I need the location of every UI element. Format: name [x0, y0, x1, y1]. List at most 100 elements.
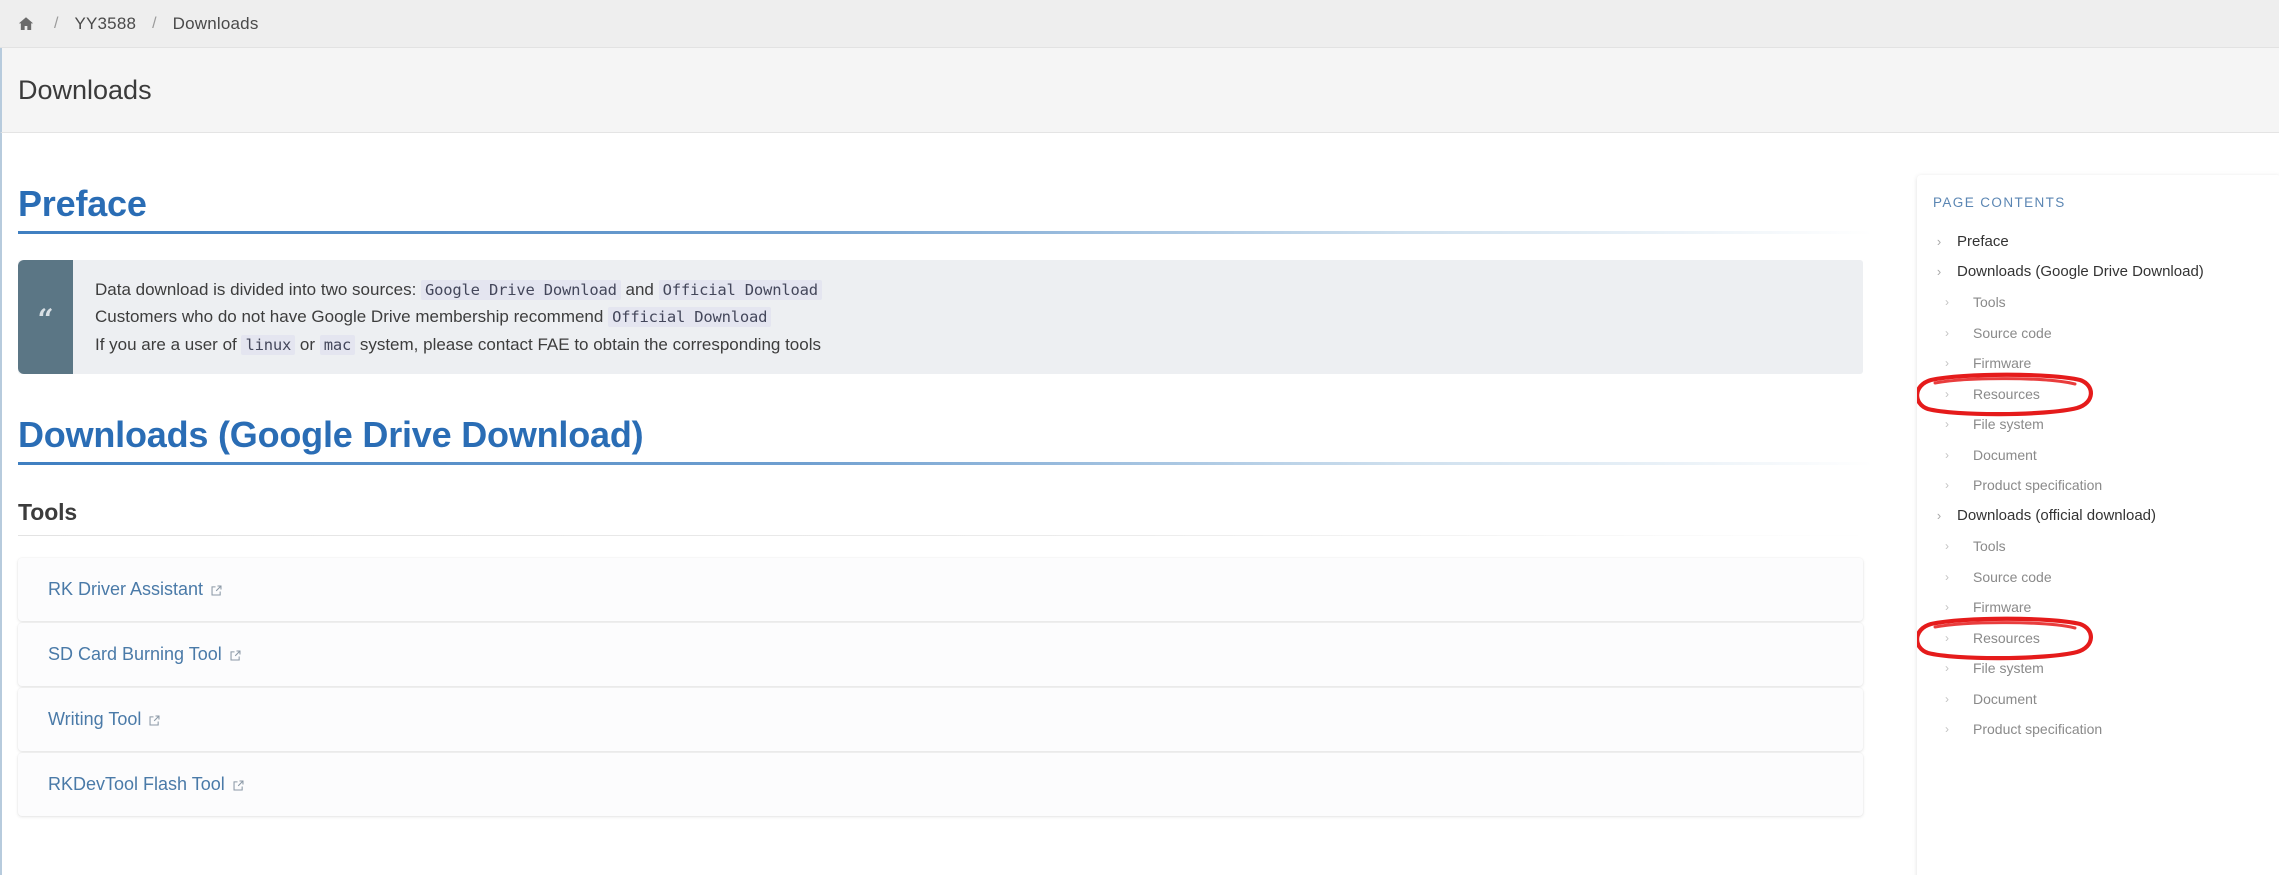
- toc-item-label: Downloads (official download): [1957, 507, 2156, 525]
- tools-heading: Tools: [18, 499, 78, 526]
- quote-mark-icon: “: [18, 259, 73, 375]
- home-icon[interactable]: [16, 14, 36, 34]
- chevron-right-icon: ›: [1945, 691, 1949, 706]
- toc-item-tools[interactable]: › Tools: [1917, 531, 2279, 562]
- chevron-right-icon: ›: [1945, 325, 1949, 340]
- page-title: Downloads: [18, 74, 152, 105]
- external-link-icon: [210, 584, 223, 597]
- toc-item-file-system[interactable]: › File system: [1917, 409, 2279, 440]
- tool-link[interactable]: RKDevTool Flash Tool: [48, 774, 245, 795]
- chevron-right-icon: ›: [1945, 569, 1949, 584]
- toc-item-document[interactable]: › Document: [1917, 684, 2279, 715]
- tool-card[interactable]: SD Card Burning Tool: [18, 623, 1863, 687]
- downloads-gdrive-heading: Downloads (Google Drive Download): [18, 414, 644, 456]
- breadcrumb: / YY3588 / Downloads: [0, 0, 2279, 48]
- breadcrumb-separator-2: /: [152, 14, 157, 32]
- toc-item-label: File system: [1973, 416, 2044, 433]
- toc-list: › Preface › Downloads (Google Drive Downloa…: [1917, 226, 2279, 745]
- tool-link-label: Writing Tool: [48, 709, 142, 730]
- tool-link[interactable]: RK Driver Assistant: [48, 579, 223, 600]
- tool-card[interactable]: RK Driver Assistant: [18, 558, 1863, 622]
- page-title-band: Downloads: [0, 48, 2279, 133]
- preface-section: Preface: [18, 133, 1873, 234]
- tools-subsection: Tools: [18, 465, 1873, 537]
- blockquote-body: Data download is divided into two source…: [73, 260, 842, 375]
- page-layout: Preface “ Data download is divided into …: [0, 133, 2279, 875]
- inline-code: linux: [241, 334, 296, 355]
- inline-code: Official Download: [658, 279, 822, 300]
- toc-item-label: Source code: [1973, 568, 2052, 585]
- tools-heading-rule: [18, 535, 1873, 537]
- inline-code: Google Drive Download: [421, 279, 621, 300]
- toc-item-product-specification[interactable]: › Product specification: [1917, 714, 2279, 745]
- tool-link-label: RK Driver Assistant: [48, 579, 204, 600]
- main-content: Preface “ Data download is divided into …: [2, 133, 1897, 875]
- toc-item-source-code[interactable]: › Source code: [1917, 562, 2279, 593]
- toc-item-document[interactable]: › Document: [1917, 440, 2279, 471]
- toc-item-resources[interactable]: › Resources: [1917, 616, 2279, 660]
- toc-item-label: Product specification: [1973, 721, 2103, 738]
- blockquote-line: If you are a user of linux or mac system…: [95, 334, 821, 355]
- tool-card[interactable]: Writing Tool: [18, 688, 1863, 752]
- external-link-icon: [148, 714, 161, 727]
- chevron-right-icon: ›: [1936, 508, 1942, 524]
- external-link-icon: [229, 649, 242, 662]
- chevron-right-icon: ›: [1945, 295, 1949, 310]
- chevron-right-icon: ›: [1936, 264, 1942, 280]
- tool-link-label: SD Card Burning Tool: [48, 644, 222, 665]
- chevron-right-icon: ›: [1945, 630, 1949, 645]
- toc-item-downloads-google-drive-download[interactable]: › Downloads (Google Drive Download): [1917, 257, 2279, 288]
- toc-item-label: Resources: [1973, 385, 2040, 402]
- toc-item-product-specification[interactable]: › Product specification: [1917, 470, 2279, 501]
- toc-item-source-code[interactable]: › Source code: [1917, 318, 2279, 349]
- chevron-right-icon: ›: [1945, 386, 1949, 401]
- blockquote-line: Customers who do not have Google Drive m…: [95, 303, 822, 331]
- breadcrumb-item-yy3588[interactable]: YY3588: [74, 14, 136, 34]
- toc-item-label: Tools: [1973, 538, 2006, 555]
- chevron-right-icon: ›: [1945, 661, 1949, 676]
- toc-item-label: Downloads (Google Drive Download): [1957, 263, 2204, 281]
- toc-item-tools[interactable]: › Tools: [1917, 287, 2279, 318]
- inline-code: mac: [319, 334, 356, 355]
- breadcrumb-item-downloads[interactable]: Downloads: [173, 14, 259, 34]
- page-contents-sidebar: PAGE CONTENTS › Preface › Downloads (Google…: [1917, 175, 2279, 875]
- toc-item-label: Document: [1973, 446, 2037, 463]
- toc-item-preface[interactable]: › Preface: [1917, 226, 2279, 257]
- toc-item-downloads-official-download[interactable]: › Downloads (official download): [1917, 501, 2279, 532]
- toc-item-label: Preface: [1957, 232, 2009, 250]
- toc-item-resources[interactable]: › Resources: [1917, 372, 2279, 416]
- chevron-right-icon: ›: [1945, 539, 1949, 554]
- preface-heading-rule: [18, 230, 1873, 234]
- chevron-right-icon: ›: [1945, 417, 1949, 432]
- toc-item-label: Firmware: [1973, 599, 2032, 616]
- external-link-icon: [232, 779, 245, 792]
- preface-blockquote: “ Data download is divided into two sour…: [18, 259, 1863, 375]
- page-contents-title: PAGE CONTENTS: [1933, 195, 2066, 210]
- blockquote-line: Data download is divided into two source…: [95, 276, 822, 304]
- toc-item-firmware[interactable]: › Firmware: [1917, 348, 2279, 379]
- toc-item-label: Source code: [1973, 324, 2052, 341]
- chevron-right-icon: ›: [1945, 722, 1949, 737]
- downloads-gdrive-section: Downloads (Google Drive Download): [18, 374, 1873, 466]
- breadcrumb-separator-1: /: [54, 14, 59, 32]
- tool-link[interactable]: Writing Tool: [48, 709, 161, 730]
- chevron-right-icon: ›: [1936, 233, 1942, 249]
- chevron-right-icon: ›: [1945, 356, 1949, 371]
- chevron-right-icon: ›: [1945, 600, 1949, 615]
- tool-link[interactable]: SD Card Burning Tool: [48, 644, 242, 665]
- toc-item-file-system[interactable]: › File system: [1917, 653, 2279, 684]
- toc-item-firmware[interactable]: › Firmware: [1917, 592, 2279, 623]
- tools-list: RK Driver Assistant SD Card Burning Tool W…: [18, 558, 1873, 817]
- preface-heading: Preface: [18, 183, 147, 224]
- tool-card[interactable]: RKDevTool Flash Tool: [18, 753, 1863, 817]
- tool-link-label: RKDevTool Flash Tool: [48, 774, 225, 795]
- toc-item-label: Firmware: [1973, 355, 2032, 372]
- toc-item-label: File system: [1973, 660, 2044, 677]
- chevron-right-icon: ›: [1945, 447, 1949, 462]
- toc-item-label: Tools: [1973, 294, 2006, 311]
- chevron-right-icon: ›: [1945, 478, 1949, 493]
- toc-item-label: Document: [1973, 690, 2037, 707]
- toc-item-label: Resources: [1973, 629, 2040, 646]
- toc-item-label: Product specification: [1973, 477, 2103, 494]
- inline-code: Official Download: [608, 307, 772, 328]
